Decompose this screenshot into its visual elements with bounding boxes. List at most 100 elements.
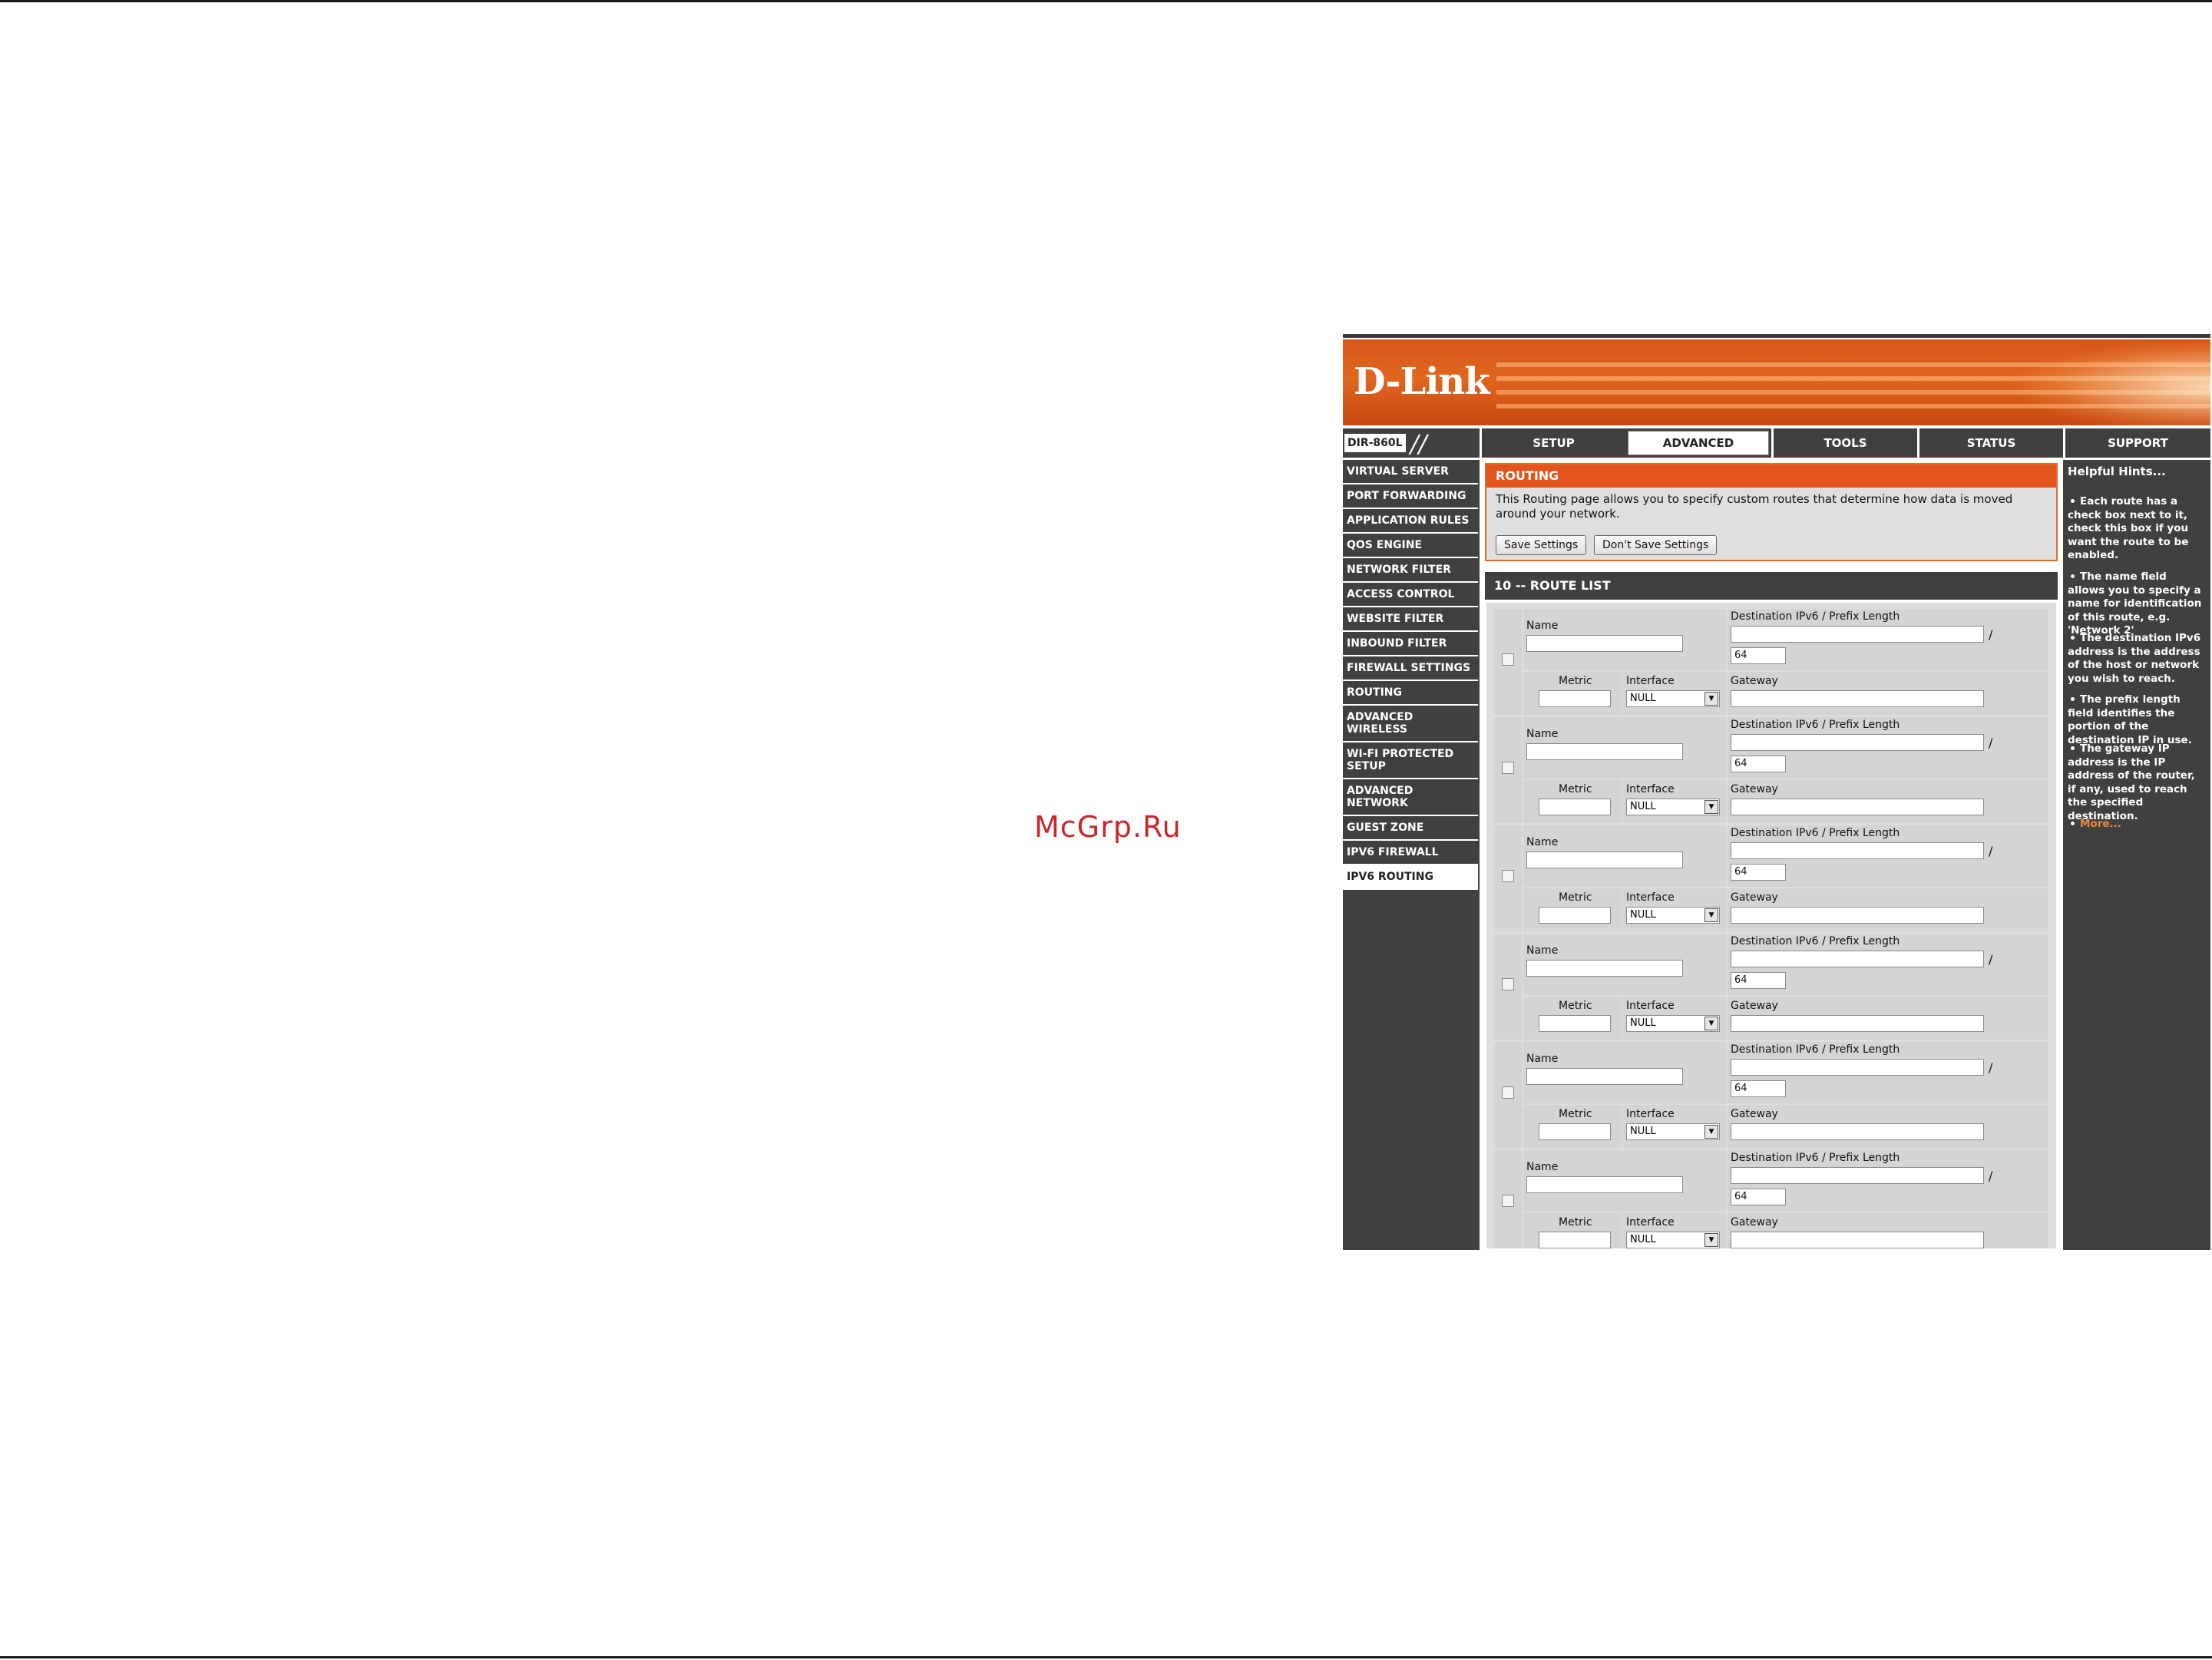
interface-label: Interface — [1626, 1216, 1675, 1228]
sidebar-item-advanced-wireless[interactable]: ADVANCED WIRELESS — [1343, 706, 1478, 742]
route-row: Name Destination IPv6 / Prefix Length / 64 M… — [1494, 1150, 2048, 1248]
prefix-length-input[interactable]: 64 — [1731, 972, 1786, 989]
tab-advanced[interactable]: ADVANCED — [1625, 428, 1771, 458]
chevron-down-icon: ▼ — [1704, 692, 1718, 706]
gateway-input[interactable] — [1731, 1232, 1984, 1248]
route-enable-checkbox[interactable] — [1502, 762, 1514, 774]
route-enable-checkbox[interactable] — [1502, 1086, 1514, 1099]
gateway-input[interactable] — [1731, 799, 1984, 815]
prefix-slash: / — [1989, 736, 1993, 750]
prefix-length-input[interactable]: 64 — [1731, 1080, 1786, 1097]
interface-select[interactable]: NULL ▼ — [1626, 690, 1720, 707]
sidebar-item-application-rules[interactable]: APPLICATION RULES — [1343, 509, 1478, 534]
tab-support[interactable]: SUPPORT — [2063, 428, 2210, 458]
interface-select[interactable]: NULL ▼ — [1626, 907, 1720, 924]
destination-ipv6-input[interactable] — [1731, 842, 1984, 859]
destination-ipv6-input[interactable] — [1731, 1167, 1984, 1184]
tab-setup[interactable]: SETUP — [1480, 428, 1625, 458]
dont-save-settings-button[interactable]: Don't Save Settings — [1594, 535, 1718, 555]
interface-select[interactable]: NULL ▼ — [1626, 1232, 1720, 1248]
metric-label: Metric — [1559, 1000, 1592, 1012]
tab-status[interactable]: STATUS — [1917, 428, 2063, 458]
hint-item: The name field allows you to specify a n… — [2068, 570, 2202, 637]
slashes-decoration: // — [1410, 429, 1427, 458]
gateway-input[interactable] — [1731, 690, 1984, 707]
sidebar-item-virtual-server[interactable]: VIRTUAL SERVER — [1343, 460, 1478, 484]
route-name-input[interactable] — [1526, 743, 1683, 760]
route-name-input[interactable] — [1526, 960, 1683, 977]
route-enable-checkbox[interactable] — [1502, 653, 1514, 666]
sidebar-item-firewall-settings[interactable]: FIREWALL SETTINGS — [1343, 656, 1478, 681]
prefix-length-input[interactable]: 64 — [1731, 756, 1786, 772]
top-rule — [0, 0, 2212, 2]
route-name-input[interactable] — [1526, 635, 1683, 652]
metric-input[interactable] — [1539, 799, 1611, 815]
route-name-input[interactable] — [1526, 851, 1683, 868]
route-row: Name Destination IPv6 / Prefix Length / 64 M… — [1494, 717, 2048, 825]
gateway-input[interactable] — [1731, 1015, 1984, 1032]
sidebar-item-website-filter[interactable]: WEBSITE FILTER — [1343, 607, 1478, 632]
chevron-down-icon: ▼ — [1704, 1125, 1718, 1139]
model-badge: DIR-860L // — [1343, 428, 1480, 458]
destination-ipv6-input[interactable] — [1731, 626, 1984, 643]
route-enable-checkbox[interactable] — [1502, 1195, 1514, 1207]
sidebar-item-qos-engine[interactable]: QOS ENGINE — [1343, 534, 1478, 558]
route-row: Name Destination IPv6 / Prefix Length / 64 M… — [1494, 1042, 2048, 1149]
interface-value: NULL — [1630, 693, 1656, 704]
dlink-banner: D-Link — [1343, 339, 2210, 425]
metric-input[interactable] — [1539, 1123, 1611, 1140]
metric-input[interactable] — [1539, 1015, 1611, 1032]
sidebar-item-inbound-filter[interactable]: INBOUND FILTER — [1343, 632, 1478, 656]
chevron-down-icon: ▼ — [1704, 908, 1718, 922]
gateway-label: Gateway — [1731, 675, 1778, 687]
interface-value: NULL — [1630, 801, 1656, 812]
gateway-input[interactable] — [1731, 907, 1984, 924]
name-label: Name — [1526, 836, 1559, 848]
route-name-input[interactable] — [1526, 1068, 1683, 1085]
save-settings-button[interactable]: Save Settings — [1496, 535, 1587, 555]
bullet-icon — [2071, 821, 2075, 825]
gateway-input[interactable] — [1731, 1123, 1984, 1140]
interface-select[interactable]: NULL ▼ — [1626, 1015, 1720, 1032]
interface-select[interactable]: NULL ▼ — [1626, 1123, 1720, 1140]
route-row: Name Destination IPv6 / Prefix Length / 64 M… — [1494, 825, 2048, 933]
prefix-slash: / — [1989, 1060, 1993, 1075]
destination-label: Destination IPv6 / Prefix Length — [1731, 719, 1900, 731]
destination-label: Destination IPv6 / Prefix Length — [1731, 1152, 1900, 1164]
metric-input[interactable] — [1539, 1232, 1611, 1248]
sidebar-item-ipv6-routing[interactable]: IPV6 ROUTING — [1343, 865, 1478, 890]
more-link[interactable]: More... — [2080, 818, 2121, 830]
route-enable-checkbox[interactable] — [1502, 978, 1514, 990]
metric-input[interactable] — [1539, 907, 1611, 924]
route-enable-checkbox[interactable] — [1502, 870, 1514, 882]
route-name-input[interactable] — [1526, 1176, 1683, 1193]
destination-label: Destination IPv6 / Prefix Length — [1731, 827, 1900, 839]
tab-tools[interactable]: TOOLS — [1771, 428, 1917, 458]
prefix-slash: / — [1989, 844, 1993, 858]
top-navigation: DIR-860L // SETUP ADVANCED TOOLS STATUS … — [1343, 428, 2210, 458]
destination-ipv6-input[interactable] — [1731, 734, 1984, 751]
gateway-label: Gateway — [1731, 783, 1778, 795]
sidebar-item-guest-zone[interactable]: GUEST ZONE — [1343, 816, 1478, 841]
prefix-length-input[interactable]: 64 — [1731, 647, 1786, 664]
sidebar-item-access-control[interactable]: ACCESS CONTROL — [1343, 583, 1478, 607]
metric-input[interactable] — [1539, 690, 1611, 707]
sidebar-item-ipv6-firewall[interactable]: IPV6 FIREWALL — [1343, 841, 1478, 865]
interface-label: Interface — [1626, 1108, 1675, 1120]
sidebar-item-port-forwarding[interactable]: PORT FORWARDING — [1343, 484, 1478, 509]
sidebar-item-advanced-network[interactable]: ADVANCED NETWORK — [1343, 779, 1478, 816]
chevron-down-icon: ▼ — [1704, 800, 1718, 814]
sidebar-item-wifi-protected-setup[interactable]: WI-FI PROTECTED SETUP — [1343, 742, 1478, 779]
name-label: Name — [1526, 1053, 1559, 1065]
gateway-label: Gateway — [1731, 1216, 1778, 1228]
prefix-length-input[interactable]: 64 — [1731, 864, 1786, 881]
interface-value: NULL — [1630, 1126, 1656, 1137]
prefix-length-input[interactable]: 64 — [1731, 1189, 1786, 1205]
hint-more[interactable]: More... — [2068, 818, 2206, 832]
interface-select[interactable]: NULL ▼ — [1626, 799, 1720, 815]
hints-title: Helpful Hints... — [2068, 465, 2166, 478]
destination-ipv6-input[interactable] — [1731, 951, 1984, 967]
destination-ipv6-input[interactable] — [1731, 1059, 1984, 1076]
sidebar-item-network-filter[interactable]: NETWORK FILTER — [1343, 558, 1478, 583]
sidebar-item-routing[interactable]: ROUTING — [1343, 681, 1478, 706]
